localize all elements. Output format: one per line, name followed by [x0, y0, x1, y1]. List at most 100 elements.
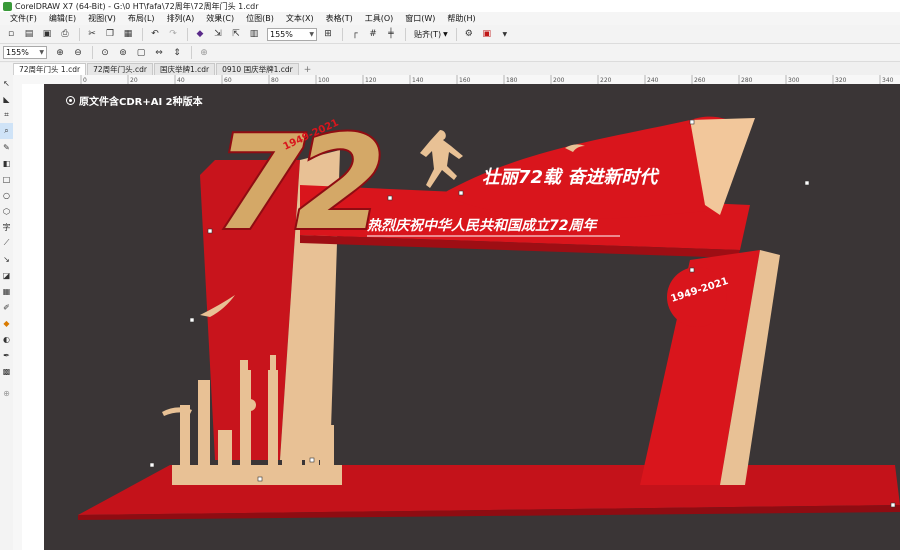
zoom-height-icon[interactable]: ⇕	[169, 45, 185, 60]
freehand-tool-icon[interactable]: ✎	[0, 139, 13, 155]
add-icon[interactable]: ⊕	[196, 45, 212, 60]
grid-icon[interactable]: #	[365, 27, 381, 42]
zoom-width-icon[interactable]: ⇔	[151, 45, 167, 60]
smart-fill-tool-icon[interactable]: ◧	[0, 155, 13, 171]
separator	[455, 27, 457, 41]
separator	[142, 27, 143, 41]
menu-file[interactable]: 文件(F)	[4, 13, 43, 24]
menu-window[interactable]: 窗口(W)	[399, 13, 441, 24]
paste-icon[interactable]: ▦	[120, 27, 136, 42]
separator	[92, 46, 93, 59]
publish-icon[interactable]: ▥	[246, 27, 262, 42]
ellipse-tool-icon[interactable]: ○	[0, 187, 13, 203]
zoom-level-value: 155%	[270, 29, 293, 39]
undo-icon[interactable]: ↶	[147, 27, 163, 42]
export-icon[interactable]: ⇱	[228, 27, 244, 42]
ruler-tick-label: 280	[741, 77, 753, 84]
ruler-tick-label: 0	[83, 77, 87, 84]
document-tab[interactable]: 国庆举牌1.cdr	[153, 63, 216, 75]
new-icon[interactable]: ▫	[3, 27, 19, 42]
document-tab[interactable]: 72周年门头 1.cdr	[13, 63, 87, 75]
zoom-selected-icon[interactable]: ⊙	[97, 45, 113, 60]
rectangle-tool-icon[interactable]: □	[0, 171, 13, 187]
zoom-in-icon[interactable]: ⊕	[52, 45, 68, 60]
menu-bitmaps[interactable]: 位图(B)	[240, 13, 280, 24]
options-icon[interactable]: ⚙	[461, 27, 477, 42]
copy-icon[interactable]: ❐	[102, 27, 118, 42]
menu-tools[interactable]: 工具(O)	[359, 13, 400, 24]
slogan-main: 壮丽72载 奋进新时代	[482, 167, 660, 188]
title-bar: CorelDRAW X7 (64-Bit) - G:\0 HT\fafa\72周…	[0, 0, 900, 12]
smart-fill-icon[interactable]: ◐	[0, 331, 13, 347]
new-tab-icon[interactable]: +	[300, 65, 316, 75]
crop-tool-icon[interactable]: ⌗	[0, 107, 13, 123]
zoom-all-objects-icon[interactable]: ⊚	[115, 45, 131, 60]
property-zoom-combo[interactable]: 155% ▼	[3, 46, 47, 59]
artwork: 72 1949-2021 壮丽72载 奋进新时代 热烈庆祝中华人民共和国成立72…	[78, 105, 900, 520]
menu-text[interactable]: 文本(X)	[280, 13, 320, 24]
file-versions-text: 原文件含CDR+AI 2种版本	[79, 97, 203, 108]
document-tab[interactable]: 72周年门头.cdr	[87, 63, 153, 75]
ruler-tick-label: 160	[459, 77, 471, 84]
ruler-tick-label: 240	[647, 77, 659, 84]
drop-shadow-tool-icon[interactable]: ◪	[0, 267, 13, 283]
menu-help[interactable]: 帮助(H)	[441, 13, 481, 24]
parallel-dimension-tool-icon[interactable]: ⟋	[0, 235, 13, 251]
open-icon[interactable]: ▤	[21, 27, 37, 42]
ruler-tick-label: 60	[224, 77, 232, 84]
document-tab[interactable]: 0910 国庆举牌1.cdr	[216, 63, 299, 75]
save-icon[interactable]: ▣	[39, 27, 55, 42]
big-72-number: 72	[215, 107, 379, 259]
import-icon[interactable]: ⇲	[210, 27, 226, 42]
redo-icon[interactable]: ↷	[165, 27, 181, 42]
rulers-icon[interactable]: ┌	[347, 27, 363, 42]
dropdown-icon[interactable]: ▼	[497, 27, 513, 42]
snap-to-button[interactable]: 贴齐(T) ▼	[410, 29, 452, 40]
ruler-tick-label: 20	[130, 77, 138, 84]
text-tool-icon[interactable]: 字	[0, 219, 13, 235]
interactive-fill-tool-icon[interactable]: ◆	[0, 315, 13, 331]
outline-pen-icon[interactable]: ✒	[0, 347, 13, 363]
cut-icon[interactable]: ✂	[84, 27, 100, 42]
pick-tool-icon[interactable]: ↖	[0, 75, 13, 91]
color-eyedropper-tool-icon[interactable]: ✐	[0, 299, 13, 315]
ruler-tick-label: 80	[271, 77, 279, 84]
print-icon[interactable]: ⎙	[57, 27, 73, 42]
horizontal-ruler-ticks: 0 20 40 60 80 100 120 140 160 180 200 220 240 260 280 3…	[80, 75, 894, 84]
standard-toolbar: ▫ ▤ ▣ ⎙ ✂ ❐ ▦ ↶ ↷ ◆ ⇲ ⇱ ▥ 155% ▼ ⊞ ┌ # ╪…	[0, 25, 900, 44]
canvas-margin	[22, 84, 44, 550]
connector-tool-icon[interactable]: ↘	[0, 251, 13, 267]
guidelines-icon[interactable]: ╪	[383, 27, 399, 42]
menu-layout[interactable]: 布局(L)	[122, 13, 161, 24]
search-content-icon[interactable]: ◆	[192, 27, 208, 42]
menu-view[interactable]: 视图(V)	[82, 13, 122, 24]
zoom-tool-icon[interactable]: ⌕	[0, 123, 13, 139]
separator	[191, 46, 192, 59]
menu-table[interactable]: 表格(T)	[320, 13, 359, 24]
ruler-tick-label: 120	[365, 77, 377, 84]
zoom-page-icon[interactable]: ▢	[133, 45, 149, 60]
slogan-sub: 热烈庆祝中华人民共和国成立72周年	[366, 217, 598, 234]
file-versions-note: 原文件含CDR+AI 2种版本	[66, 93, 203, 108]
transparency-tool-icon[interactable]: ▦	[0, 283, 13, 299]
shape-tool-icon[interactable]: ◣	[0, 91, 13, 107]
add-tool-icon[interactable]: ⊕	[0, 385, 13, 401]
ruler-tick-label: 260	[694, 77, 706, 84]
menu-effects[interactable]: 效果(C)	[200, 13, 240, 24]
ruler-tick-label: 300	[788, 77, 800, 84]
separator	[405, 27, 406, 41]
property-zoom-value: 155%	[6, 48, 29, 57]
menu-edit[interactable]: 编辑(E)	[43, 13, 82, 24]
runner-figure	[420, 130, 463, 188]
zoom-level-combo[interactable]: 155% ▼	[267, 27, 317, 41]
fullscreen-icon[interactable]: ⊞	[320, 27, 336, 42]
coreldraw-app-icon	[3, 1, 12, 11]
chevron-down-icon: ▼	[39, 49, 44, 56]
zoom-out-icon[interactable]: ⊖	[70, 45, 86, 60]
menu-arrange[interactable]: 排列(A)	[161, 13, 201, 24]
chevron-down-icon: ▼	[309, 30, 314, 38]
polygon-tool-icon[interactable]: ⬡	[0, 203, 13, 219]
drawing-canvas[interactable]: 72 1949-2021 壮丽72载 奋进新时代 热烈庆祝中华人民共和国成立72…	[44, 84, 900, 550]
fill-icon[interactable]: ▩	[0, 363, 13, 379]
application-launcher-icon[interactable]: ▣	[479, 27, 495, 42]
